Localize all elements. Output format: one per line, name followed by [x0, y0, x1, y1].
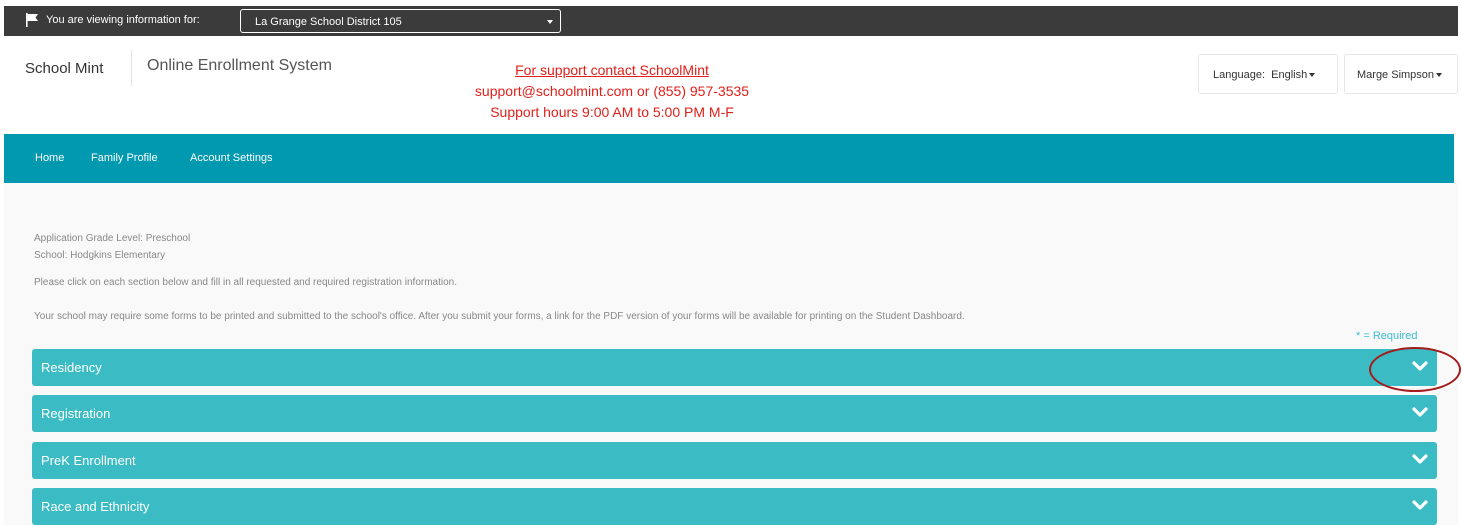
- nav-item-account-settings[interactable]: Account Settings: [190, 152, 273, 164]
- site-header: School Mint Online Enrollment System For…: [4, 36, 1458, 134]
- section-title: Registration: [41, 406, 111, 421]
- section-title: PreK Enrollment: [41, 453, 136, 468]
- language-value: English: [1271, 69, 1308, 81]
- main-nav: Home Family Profile Account Settings: [4, 134, 1454, 183]
- chevron-down-icon[interactable]: [1412, 500, 1428, 512]
- language-dropdown[interactable]: Language: English: [1198, 54, 1338, 94]
- section-title: Residency: [41, 360, 102, 375]
- school-text: School: Hodgkins Elementary: [34, 250, 166, 261]
- user-name: Marge Simpson: [1357, 69, 1435, 81]
- support-info: For support contact SchoolMint support@s…: [412, 60, 812, 123]
- flag-icon: [26, 13, 38, 27]
- district-select-value: La Grange School District 105: [255, 16, 402, 28]
- top-bar: You are viewing information for: La Gran…: [4, 6, 1458, 36]
- chevron-down-icon: [1309, 73, 1316, 78]
- language-dropdown-label: Language: English: [1213, 69, 1316, 81]
- system-title: Online Enrollment System: [147, 57, 332, 74]
- grade-level-text: Application Grade Level: Preschool: [34, 233, 191, 244]
- support-link[interactable]: For support contact SchoolMint: [412, 60, 812, 81]
- chevron-down-icon: [547, 20, 553, 24]
- viewing-label: You are viewing information for:: [46, 14, 200, 26]
- section-prek-enrollment[interactable]: PreK Enrollment: [32, 442, 1437, 479]
- chevron-down-icon[interactable]: [1412, 454, 1428, 466]
- print-note-text: Your school may require some forms to be…: [34, 311, 965, 322]
- user-menu-label: Marge Simpson: [1357, 69, 1443, 81]
- required-legend: * = Required: [1356, 330, 1418, 342]
- support-contact: support@schoolmint.com or (855) 957-3535: [474, 83, 750, 99]
- chevron-down-icon: [1436, 73, 1443, 78]
- section-title: Race and Ethnicity: [41, 499, 150, 514]
- section-race-and-ethnicity[interactable]: Race and Ethnicity: [32, 488, 1437, 525]
- language-label: Language:: [1213, 69, 1265, 81]
- chevron-down-icon[interactable]: [1412, 407, 1428, 419]
- user-menu-dropdown[interactable]: Marge Simpson: [1344, 54, 1458, 94]
- brand-logo[interactable]: School Mint: [25, 60, 103, 77]
- district-select[interactable]: La Grange School District 105: [240, 9, 561, 33]
- support-hours: Support hours 9:00 AM to 5:00 PM M-F: [490, 104, 734, 120]
- instruction-text: Please click on each section below and f…: [34, 277, 458, 288]
- nav-item-home[interactable]: Home: [35, 152, 64, 164]
- section-registration[interactable]: Registration: [32, 395, 1437, 432]
- nav-item-family-profile[interactable]: Family Profile: [91, 152, 158, 164]
- annotation-circle: [1369, 347, 1461, 392]
- section-residency[interactable]: Residency: [32, 349, 1437, 386]
- brand-divider: [131, 50, 132, 86]
